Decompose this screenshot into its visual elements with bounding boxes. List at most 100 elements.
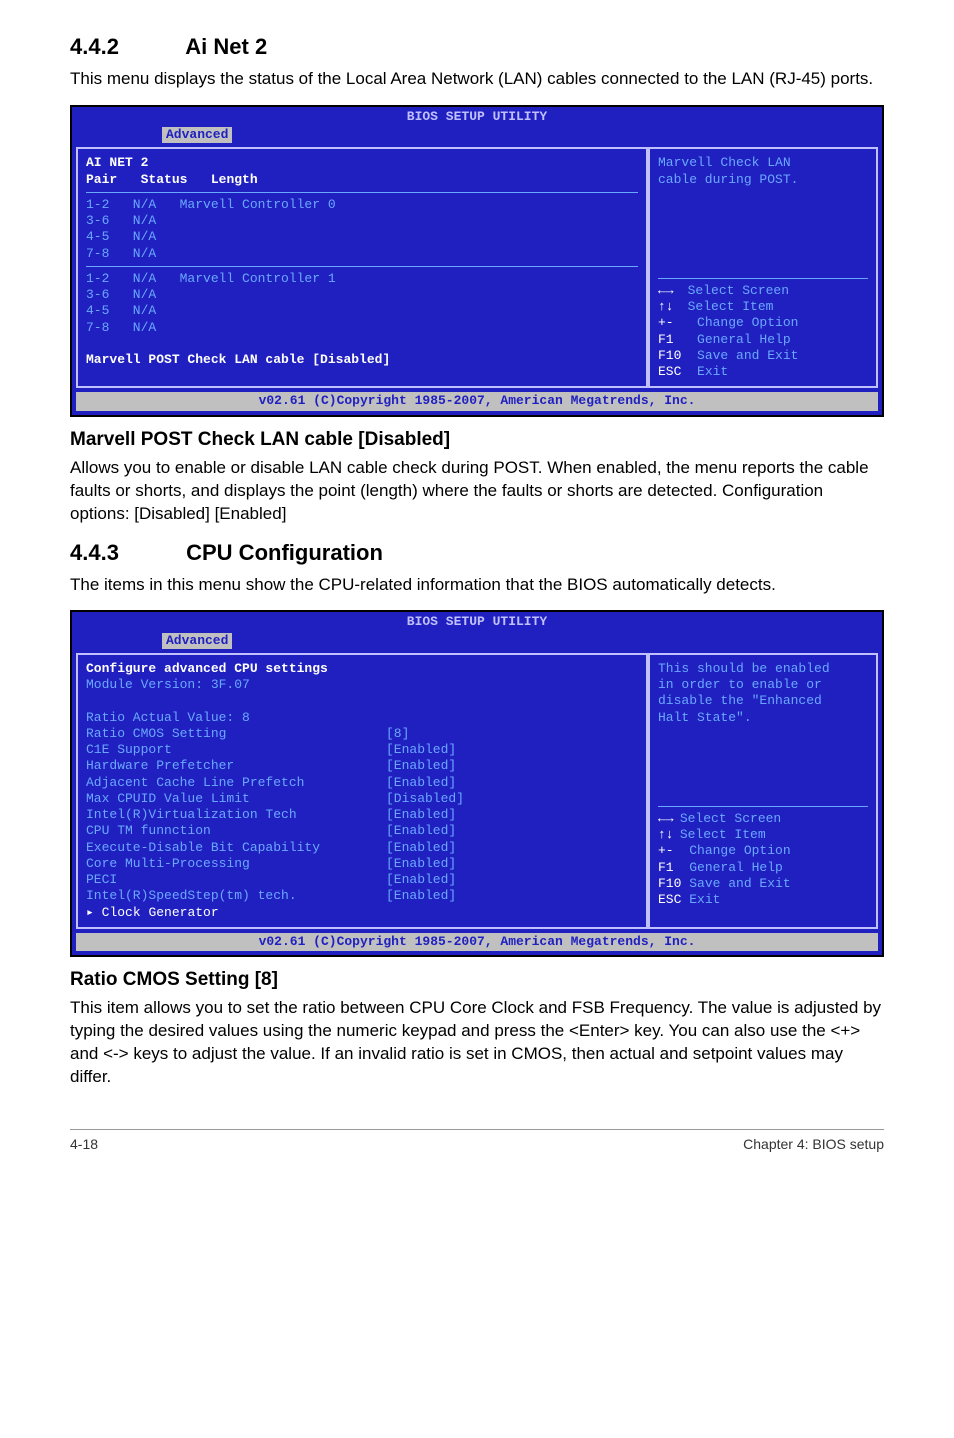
bios2-titlebar: BIOS SETUP UTILITY Advanced: [72, 612, 882, 653]
section-443-intro: The items in this menu show the CPU-rela…: [70, 574, 884, 597]
bios2-setting-row[interactable]: Core Multi-Processing[Enabled]: [86, 856, 638, 872]
bios2-select-item: Select Item: [680, 827, 766, 842]
bios2-setting-label: Core Multi-Processing: [86, 856, 386, 872]
bios2-setting-value: [8]: [386, 726, 409, 742]
bios2-setting-label: Intel(R)SpeedStep(tm) tech.: [86, 888, 386, 904]
bios2-setting-row[interactable]: C1E Support[Enabled]: [86, 742, 638, 758]
bios2-setting-row[interactable]: PECI[Enabled]: [86, 872, 638, 888]
ratio-body: This item allows you to set the ratio be…: [70, 997, 884, 1089]
bios1-select-item: Select Item: [688, 299, 774, 314]
bios2-modver: Module Version: 3F.07: [86, 677, 250, 692]
bios-panel-ainet: BIOS SETUP UTILITY Advanced AI NET 2 Pai…: [70, 105, 884, 417]
bios2-clock-generator[interactable]: Clock Generator: [102, 905, 219, 920]
section-443-title: CPU Configuration: [186, 540, 383, 565]
bios2-key-lr-icon: ←→: [658, 811, 672, 827]
bios2-setting-row[interactable]: Intel(R)Virtualization Tech[Enabled]: [86, 807, 638, 823]
bios2-setting-row[interactable]: CPU TM funnction[Enabled]: [86, 823, 638, 839]
bios1-leftpane: AI NET 2 Pair Status Length 1-2 N/A Marv…: [76, 147, 648, 388]
bios1-key-f10: F10: [658, 348, 681, 363]
bios2-setting-label: CPU TM funnction: [86, 823, 386, 839]
bios1-copyright: v02.61 (C)Copyright 1985-2007, American …: [76, 392, 878, 410]
bios1-key-pm: +-: [658, 315, 674, 330]
bios2-setting-label: C1E Support: [86, 742, 386, 758]
bios1-select-screen: Select Screen: [688, 283, 789, 298]
bios1-rightpane: Marvell Check LAN cable during POST. ←→ …: [648, 147, 878, 388]
bios1-controller0: 1-2 N/A Marvell Controller 0 3-6 N/A 4-5…: [86, 197, 638, 262]
bios1-controller1: 1-2 N/A Marvell Controller 1 3-6 N/A 4-5…: [86, 271, 638, 336]
bios1-hdr1: AI NET 2: [86, 155, 148, 170]
section-442-title: Ai Net 2: [185, 34, 267, 59]
bios1-key-lr-icon: ←→: [658, 283, 672, 299]
bios2-setting-row[interactable]: Intel(R)SpeedStep(tm) tech.[Enabled]: [86, 888, 638, 904]
bios2-hdr: Configure advanced CPU settings: [86, 661, 328, 676]
bios1-hdr-pair: Pair: [86, 172, 117, 187]
bios2-copyright: v02.61 (C)Copyright 1985-2007, American …: [76, 933, 878, 951]
marvell-body: Allows you to enable or disable LAN cabl…: [70, 457, 884, 526]
section-442-heading: 4.4.2 Ai Net 2: [70, 34, 884, 60]
page-number: 4-18: [70, 1136, 98, 1152]
bios2-setting-value: [Enabled]: [386, 840, 456, 856]
bios2-setting-value: [Disabled]: [386, 791, 464, 807]
bios2-setting-value: [Enabled]: [386, 807, 456, 823]
bios2-setting-value: [Enabled]: [386, 758, 456, 774]
section-442-num: 4.4.2: [70, 34, 180, 60]
bios2-setting-label: Ratio CMOS Setting: [86, 726, 386, 742]
bios2-setting-row[interactable]: Adjacent Cache Line Prefetch[Enabled]: [86, 775, 638, 791]
bios2-setting-label: Execute-Disable Bit Capability: [86, 840, 386, 856]
bios2-leftpane: Configure advanced CPU settings Module V…: [76, 653, 648, 929]
marvell-heading: Marvell POST Check LAN cable [Disabled]: [70, 429, 884, 451]
bios1-general-help: General Help: [697, 332, 791, 347]
bios2-setting-label: Max CPUID Value Limit: [86, 791, 386, 807]
bios2-help4: Halt State".: [658, 710, 752, 725]
bios2-setting-row[interactable]: Ratio CMOS Setting[8]: [86, 726, 638, 742]
bios2-setting-value: [Enabled]: [386, 856, 456, 872]
bios2-rightpane: This should be enabled in order to enabl…: [648, 653, 878, 929]
bios1-help2: cable during POST.: [658, 172, 798, 187]
bios2-setting-row[interactable]: Max CPUID Value Limit[Disabled]: [86, 791, 638, 807]
bios1-key-f1: F1: [658, 332, 674, 347]
bios1-hdr-status: Status: [141, 172, 188, 187]
bios-panel-cpu: BIOS SETUP UTILITY Advanced Configure ad…: [70, 610, 884, 957]
bios2-help3: disable the "Enhanced: [658, 693, 822, 708]
bios2-setting-label: Intel(R)Virtualization Tech: [86, 807, 386, 823]
bios2-setting-label: Adjacent Cache Line Prefetch: [86, 775, 386, 791]
bios2-arrow-icon: ▸: [86, 905, 94, 920]
bios2-change-option: Change Option: [689, 843, 790, 858]
bios1-key-ud-icon: ↑↓: [658, 299, 672, 315]
bios2-key-esc: ESC: [658, 892, 681, 907]
bios1-exit: Exit: [697, 364, 728, 379]
page-footer: 4-18 Chapter 4: BIOS setup: [70, 1129, 884, 1152]
bios2-select-screen: Select Screen: [680, 811, 781, 826]
section-443-heading: 4.4.3 CPU Configuration: [70, 540, 884, 566]
bios1-key-esc: ESC: [658, 364, 681, 379]
bios2-key-pm: +-: [658, 843, 674, 858]
bios2-save-exit: Save and Exit: [689, 876, 790, 891]
bios1-hdr-length: Length: [211, 172, 258, 187]
bios2-setting-label: PECI: [86, 872, 386, 888]
bios2-help1: This should be enabled: [658, 661, 830, 676]
bios2-rav: Ratio Actual Value: 8: [86, 710, 250, 725]
bios2-help2: in order to enable or: [658, 677, 822, 692]
bios2-exit: Exit: [689, 892, 720, 907]
bios2-general-help: General Help: [689, 860, 783, 875]
bios2-key-f10: F10: [658, 876, 681, 891]
bios1-titlebar: BIOS SETUP UTILITY Advanced: [72, 107, 882, 148]
chapter-label: Chapter 4: BIOS setup: [743, 1136, 884, 1152]
bios2-key-f1: F1: [658, 860, 674, 875]
bios2-setting-value: [Enabled]: [386, 742, 456, 758]
bios2-setting-row[interactable]: Execute-Disable Bit Capability[Enabled]: [86, 840, 638, 856]
bios1-tab-advanced[interactable]: Advanced: [162, 127, 232, 143]
bios2-setting-value: [Enabled]: [386, 888, 456, 904]
bios1-change-option: Change Option: [697, 315, 798, 330]
bios1-marvell-option[interactable]: Marvell POST Check LAN cable [Disabled]: [86, 352, 390, 367]
section-443-num: 4.4.3: [70, 540, 180, 566]
bios2-title: BIOS SETUP UTILITY: [407, 614, 547, 629]
bios2-key-ud-icon: ↑↓: [658, 827, 672, 843]
bios1-save-exit: Save and Exit: [697, 348, 798, 363]
bios2-tab-advanced[interactable]: Advanced: [162, 633, 232, 649]
bios2-setting-value: [Enabled]: [386, 823, 456, 839]
bios1-title: BIOS SETUP UTILITY: [407, 109, 547, 124]
ratio-heading: Ratio CMOS Setting [8]: [70, 969, 884, 991]
section-442-intro: This menu displays the status of the Loc…: [70, 68, 884, 91]
bios2-setting-row[interactable]: Hardware Prefetcher[Enabled]: [86, 758, 638, 774]
